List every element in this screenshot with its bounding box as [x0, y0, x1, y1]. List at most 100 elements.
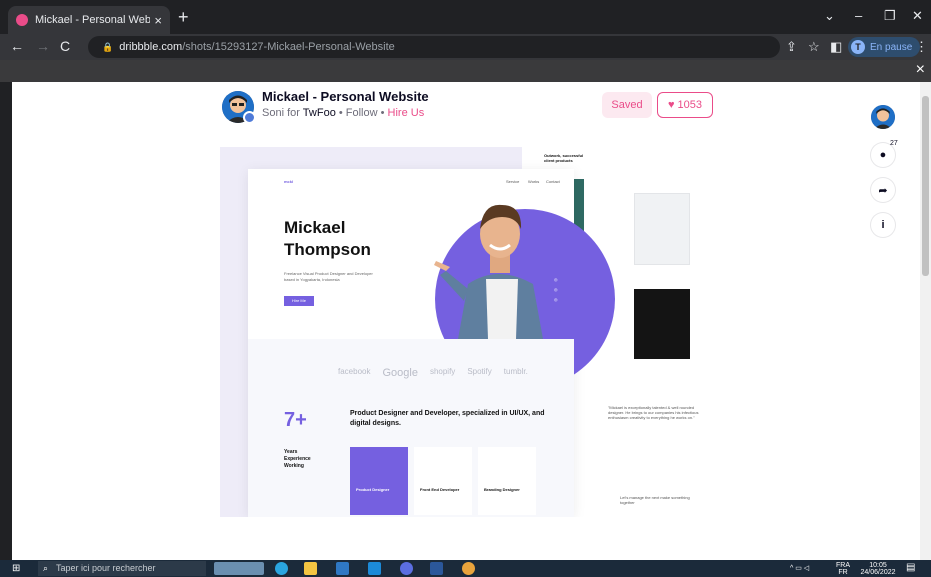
- taskbar-search-placeholder: Taper ici pour rechercher: [56, 563, 156, 573]
- share-button[interactable]: ➦: [871, 178, 895, 202]
- profile-status: En pause: [870, 41, 913, 53]
- windows-taskbar: ⊞ ⌕ Taper ici pour rechercher ^ ▭ ◁ FRA F…: [0, 560, 931, 577]
- menu-icon[interactable]: ⋮: [915, 39, 928, 55]
- follow-link[interactable]: Follow: [346, 107, 378, 119]
- tab-strip: Mickael - Personal Website by So × + ⌄ –…: [0, 0, 931, 34]
- right-heading: Outwork, successful client products: [544, 153, 584, 163]
- hire-me-button: Hire Me: [284, 296, 314, 306]
- social-dot-1: ◎: [554, 277, 558, 282]
- social-dot-3: ◎: [554, 297, 558, 302]
- quote-text: "Mickael is exceptionally talented & wel…: [608, 405, 699, 420]
- team-badge-icon: [243, 111, 256, 124]
- card-label: Branding Designer: [484, 487, 520, 492]
- info-button[interactable]: i: [871, 213, 895, 237]
- years-label: Years Experience Working: [284, 449, 311, 469]
- clock-date: 24/06/2022: [860, 569, 896, 576]
- like-count: 1053: [677, 99, 703, 111]
- close-modal-icon[interactable]: ×: [916, 61, 925, 79]
- toolbar: ← → C 🔒 dribbble.com/shots/15293127-Micka…: [0, 34, 931, 60]
- service-card-product: Product Designer: [350, 447, 408, 515]
- profile-button[interactable]: T En pause: [848, 37, 921, 57]
- logo-google: Google: [382, 367, 418, 379]
- logo-tumblr: tumblr.: [503, 367, 528, 376]
- shot-title: Mickael - Personal Website: [262, 89, 429, 104]
- mockup-nav-service: Service: [506, 179, 520, 184]
- minimize-button[interactable]: –: [855, 8, 862, 23]
- front-mockup: mckl Service Works Contact Mickael Thomps…: [248, 169, 615, 517]
- tray-arrow-icon[interactable]: ^ ▭ ◁: [790, 565, 809, 572]
- comment-icon: ●: [879, 149, 887, 161]
- side-panel-icon[interactable]: ◧: [830, 39, 842, 55]
- reload-icon[interactable]: C: [60, 38, 70, 54]
- mockup-logo: mckl: [284, 179, 294, 184]
- app-icon[interactable]: [400, 562, 413, 575]
- scrollbar-thumb[interactable]: [922, 96, 929, 276]
- years-value: 7+: [284, 409, 307, 431]
- scrollbar[interactable]: [920, 82, 931, 560]
- new-tab-button[interactable]: +: [178, 8, 189, 26]
- hero-first-name: Mickael: [284, 218, 346, 237]
- shot-image[interactable]: Outwork, successful client products "Mic…: [220, 147, 714, 517]
- footer-snippet: Let's manage the next make something tog…: [620, 495, 690, 505]
- logo-facebook: facebook: [338, 367, 371, 376]
- share-arrow-icon: ➦: [878, 184, 888, 197]
- like-button[interactable]: ♥ 1053: [657, 92, 713, 118]
- card-label: Front End Developer: [420, 487, 460, 492]
- back-icon[interactable]: ←: [10, 38, 24, 54]
- service-card-frontend: Front End Developer: [414, 447, 472, 515]
- lock-icon: 🔒: [102, 42, 114, 52]
- hire-us-link[interactable]: Hire Us: [388, 107, 425, 119]
- modal-backdrop: ×: [0, 60, 931, 82]
- url-path: /shots/15293127-Mickael-Personal-Website: [182, 41, 395, 53]
- weather-widget-icon[interactable]: [214, 562, 264, 575]
- for-text: for: [287, 107, 300, 119]
- language-indicator[interactable]: FRA FR: [836, 562, 850, 576]
- file-explorer-icon[interactable]: [304, 562, 317, 575]
- comment-count: 27: [890, 140, 898, 147]
- chrome-icon[interactable]: [462, 562, 475, 575]
- card-label: Product Designer: [356, 487, 390, 492]
- mail-icon[interactable]: [368, 562, 381, 575]
- browser-tab[interactable]: Mickael - Personal Website by So ×: [8, 6, 170, 34]
- url-domain: dribbble.com: [119, 41, 183, 53]
- info-icon: i: [881, 219, 885, 231]
- tab-close-icon[interactable]: ×: [154, 13, 162, 28]
- person-photo: [434, 204, 543, 339]
- dribbble-favicon-icon: [16, 14, 28, 26]
- clock[interactable]: 10:05 24/06/2022: [858, 562, 898, 576]
- hero-name: Mickael Thompson: [284, 217, 414, 261]
- author-link[interactable]: Soni: [262, 107, 284, 119]
- tab-search-icon[interactable]: ⌄: [824, 8, 835, 24]
- windows-start-icon[interactable]: ⊞: [12, 563, 20, 574]
- logo-shopify: shopify: [429, 367, 456, 376]
- share-icon[interactable]: ⇪: [786, 39, 797, 55]
- word-icon[interactable]: [430, 562, 443, 575]
- edge-icon[interactable]: [275, 562, 288, 575]
- logo-spotify: Spotify: [467, 367, 492, 376]
- sidebar-author-avatar[interactable]: [871, 105, 895, 129]
- profile-avatar: T: [851, 40, 865, 54]
- lang-code-2: FR: [838, 569, 848, 576]
- heart-icon: ♥: [667, 99, 675, 111]
- store-icon[interactable]: [336, 562, 349, 575]
- mockup-nav-works: Works: [528, 179, 540, 184]
- taskbar-search[interactable]: ⌕ Taper ici pour rechercher: [38, 561, 206, 576]
- shot-byline: Soni for TwFoo • Follow • Hire Us: [262, 107, 425, 119]
- close-window-button[interactable]: ✕: [912, 8, 923, 24]
- bookmark-star-icon[interactable]: ☆: [808, 39, 820, 55]
- client-logos: facebook Google shopify Spotify tumblr.: [338, 367, 528, 379]
- search-icon: ⌕: [43, 563, 49, 573]
- notifications-icon[interactable]: ▤: [906, 563, 915, 573]
- saved-button[interactable]: Saved: [602, 92, 652, 118]
- lang-code: FRA: [836, 562, 850, 569]
- mockup-thumb-dark: [634, 289, 690, 359]
- hero-last-name: Thompson: [284, 240, 371, 259]
- address-bar[interactable]: 🔒 dribbble.com/shots/15293127-Mickael-Per…: [88, 36, 780, 58]
- tab-title: Mickael - Personal Website by So: [35, 14, 151, 26]
- restore-button[interactable]: ❐: [884, 8, 896, 24]
- hero-description: Freelance Visual Product Designer and De…: [284, 271, 373, 282]
- team-link[interactable]: TwFoo: [303, 107, 336, 119]
- clock-time: 10:05: [869, 562, 887, 569]
- service-card-branding: Branding Designer: [478, 447, 536, 515]
- forward-icon[interactable]: →: [36, 38, 50, 54]
